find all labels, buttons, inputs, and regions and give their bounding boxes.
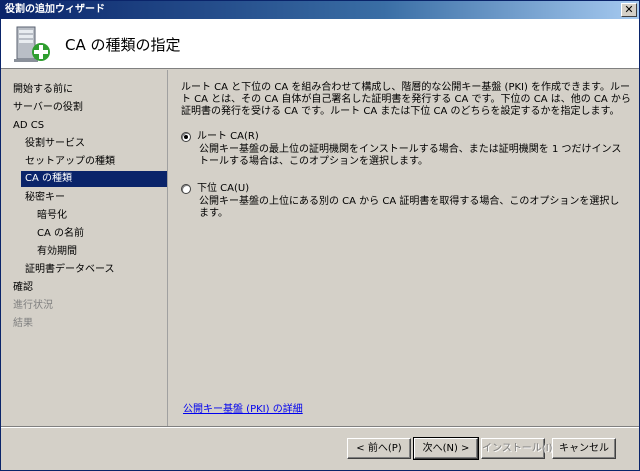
subordinate-ca-radio[interactable] [181,184,191,194]
sidebar-item-role-services[interactable]: 役割サービス [25,136,85,152]
sidebar-item-results: 結果 [13,318,33,329]
subordinate-ca-label[interactable]: 下位 CA(U) [197,183,249,195]
sidebar-item-ca-name[interactable]: CA の名前 [37,226,84,242]
sidebar-item-before-you-begin[interactable]: 開始する前に [13,82,73,98]
subordinate-ca-option[interactable]: 下位 CA(U) 公開キー基盤の上位にある別の CA から CA 証明書を取得す… [181,183,631,219]
sidebar-item-ad-cs[interactable]: AD CS [13,118,44,134]
server-add-icon [14,26,50,62]
sidebar-item-certificate-database[interactable]: 証明書データベース [25,262,115,278]
next-button[interactable]: 次へ(N) > [413,437,479,460]
root-ca-description: 公開キー基盤の最上位の証明機関をインストールする場合、または証明機関を 1 つだ… [199,144,622,167]
intro-text: ルート CA と下位の CA を組み合わせて構成し、階層的な公開キー基盤 (PK… [181,82,631,117]
sidebar-item-cryptography[interactable]: 暗号化 [37,208,67,224]
title-bar: 役割の追加ウィザード ✕ [1,1,639,19]
page-title: CA の種類の指定 [65,36,181,54]
sidebar-item-confirmation[interactable]: 確認 [13,280,33,296]
back-button[interactable]: < 前へ(P) [347,438,411,459]
wizard-header: CA の種類の指定 [1,19,639,69]
close-icon[interactable]: ✕ [621,3,637,17]
root-ca-label[interactable]: ルート CA(R) [197,131,259,143]
subordinate-ca-description: 公開キー基盤の上位にある別の CA から CA 証明書を取得する場合、このオプシ… [199,196,620,219]
window-title: 役割の追加ウィザード [5,4,105,15]
cancel-button[interactable]: キャンセル [552,438,616,459]
pki-info-link[interactable]: 公開キー基盤 (PKI) の詳細 [183,400,303,415]
root-ca-radio[interactable] [181,132,191,142]
sidebar-item-server-roles[interactable]: サーバーの役割 [13,100,83,116]
root-ca-option[interactable]: ルート CA(R) 公開キー基盤の最上位の証明機関をインストールする場合、または… [181,131,631,167]
sidebar-item-validity-period[interactable]: 有効期間 [37,244,77,260]
install-button: インストール(I) [481,438,553,459]
sidebar-item-private-key[interactable]: 秘密キー [25,190,65,206]
sidebar-item-ca-type[interactable]: CA の種類 [21,171,167,187]
footer-divider [1,426,639,428]
sidebar-item-setup-type[interactable]: セットアップの種類 [25,154,115,170]
wizard-content: ルート CA と下位の CA を組み合わせて構成し、階層的な公開キー基盤 (PK… [169,70,639,426]
wizard-window: 役割の追加ウィザード ✕ CA の種類の指定 開始する前に サーバーの役割 AD… [0,0,640,471]
wizard-steps-sidebar: 開始する前に サーバーの役割 AD CS 役割サービス セットアップの種類 CA… [1,70,168,426]
sidebar-item-progress: 進行状況 [13,300,53,311]
